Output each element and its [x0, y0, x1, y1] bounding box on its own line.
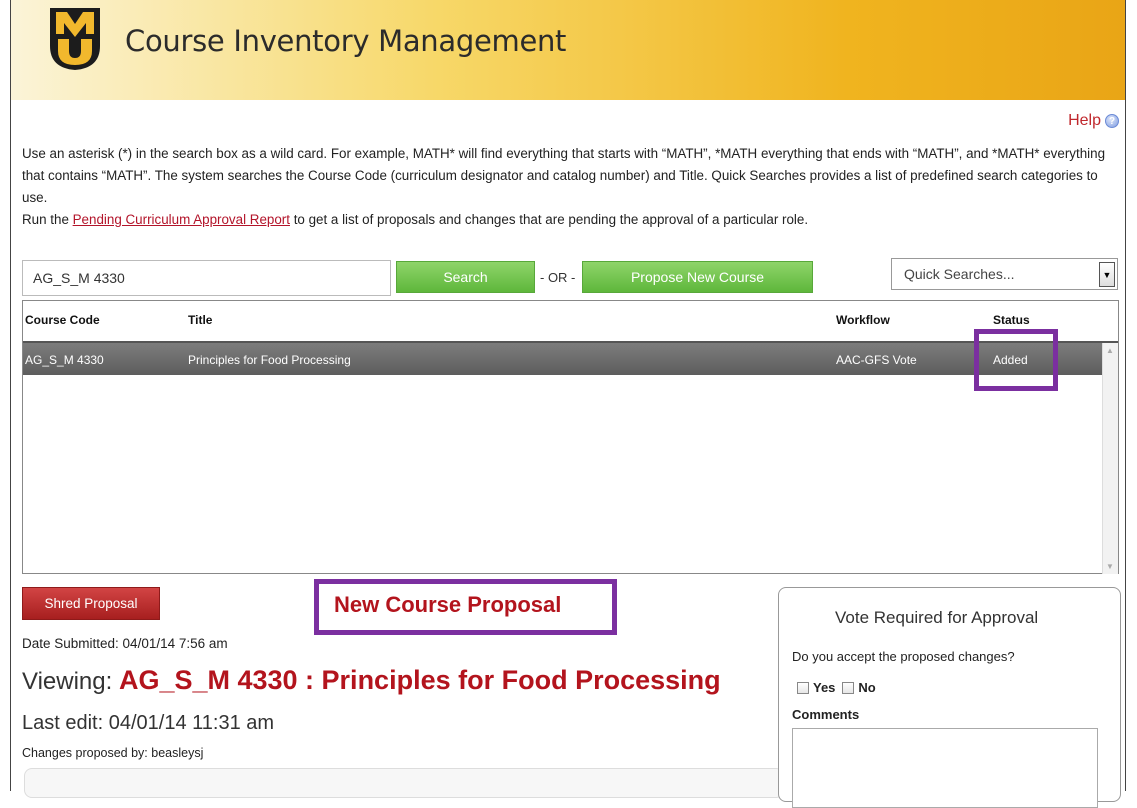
date-submitted: Date Submitted: 04/01/14 7:56 am [22, 636, 228, 651]
report-suffix: to get a list of proposals and changes t… [289, 212, 809, 227]
help-label[interactable]: Help [1068, 112, 1101, 130]
column-header-status[interactable]: Status [993, 313, 1030, 327]
row-course-code: AG_S_M 4330 [25, 353, 104, 367]
instructions-text: Use an asterisk (*) in the search box as… [22, 146, 1106, 205]
viewing-heading: Viewing: AG_S_M 4330 : Principles for Fo… [22, 665, 721, 696]
course-results-grid: Course Code Title Workflow Status AG_S_M… [22, 300, 1119, 574]
vote-title: Vote Required for Approval [835, 608, 1039, 627]
column-header-course-code[interactable]: Course Code [25, 313, 100, 327]
column-header-workflow[interactable]: Workflow [836, 313, 890, 327]
no-checkbox[interactable] [842, 681, 855, 694]
propose-new-course-button[interactable]: Propose New Course [582, 261, 813, 293]
yes-label[interactable]: Yes [813, 680, 835, 695]
vote-options: Yes No [797, 680, 876, 695]
or-separator: - OR - [540, 270, 576, 285]
last-edit: Last edit: 04/01/14 11:31 am [22, 712, 275, 734]
column-header-title[interactable]: Title [188, 313, 212, 327]
no-label[interactable]: No [858, 680, 875, 695]
shred-proposal-button[interactable]: Shred Proposal [22, 587, 160, 620]
report-prefix: Run the [22, 212, 73, 227]
viewing-course: AG_S_M 4330 : Principles for Food Proces… [118, 665, 721, 695]
scroll-down-icon[interactable]: ▼ [1106, 562, 1114, 571]
scroll-up-icon[interactable]: ▲ [1106, 346, 1114, 355]
pending-approval-report-link[interactable]: Pending Curriculum Approval Report [73, 212, 290, 227]
proposal-type-heading: New Course Proposal [334, 592, 562, 617]
quick-searches-label: Quick Searches... [904, 266, 1015, 282]
status-highlight-box [974, 329, 1058, 391]
quick-searches-select[interactable]: Quick Searches... ▼ [891, 258, 1118, 290]
search-input[interactable] [22, 260, 391, 296]
yes-checkbox[interactable] [797, 681, 809, 694]
comments-textarea[interactable] [792, 728, 1098, 808]
row-workflow: AAC-GFS Vote [836, 353, 917, 367]
grid-header: Course Code Title Workflow Status [23, 301, 1118, 343]
table-row[interactable]: AG_S_M 4330 Principles for Food Processi… [23, 343, 1102, 375]
viewing-label: Viewing: [22, 668, 113, 695]
chevron-down-icon[interactable]: ▼ [1099, 262, 1115, 287]
vote-question: Do you accept the proposed changes? [792, 649, 1015, 664]
row-title: Principles for Food Processing [188, 353, 351, 367]
proposal-details-panel [24, 768, 784, 798]
search-button[interactable]: Search [396, 261, 535, 293]
changes-proposed-by: Changes proposed by: beasleysj [22, 746, 204, 760]
comments-label: Comments [792, 707, 860, 722]
grid-scrollbar[interactable]: ▲ ▼ [1102, 343, 1118, 574]
help-link[interactable]: Help ? [1068, 112, 1119, 130]
app-title: Course Inventory Management [125, 24, 567, 58]
mizzou-logo-icon [50, 8, 100, 70]
instructions: Use an asterisk (*) in the search box as… [22, 143, 1122, 231]
help-icon[interactable]: ? [1105, 114, 1119, 128]
instructions-report-line: Run the Pending Curriculum Approval Repo… [22, 209, 1122, 231]
app-header: Course Inventory Management [11, 0, 1125, 100]
vote-panel: Vote Required for Approval Do you accept… [778, 587, 1121, 808]
